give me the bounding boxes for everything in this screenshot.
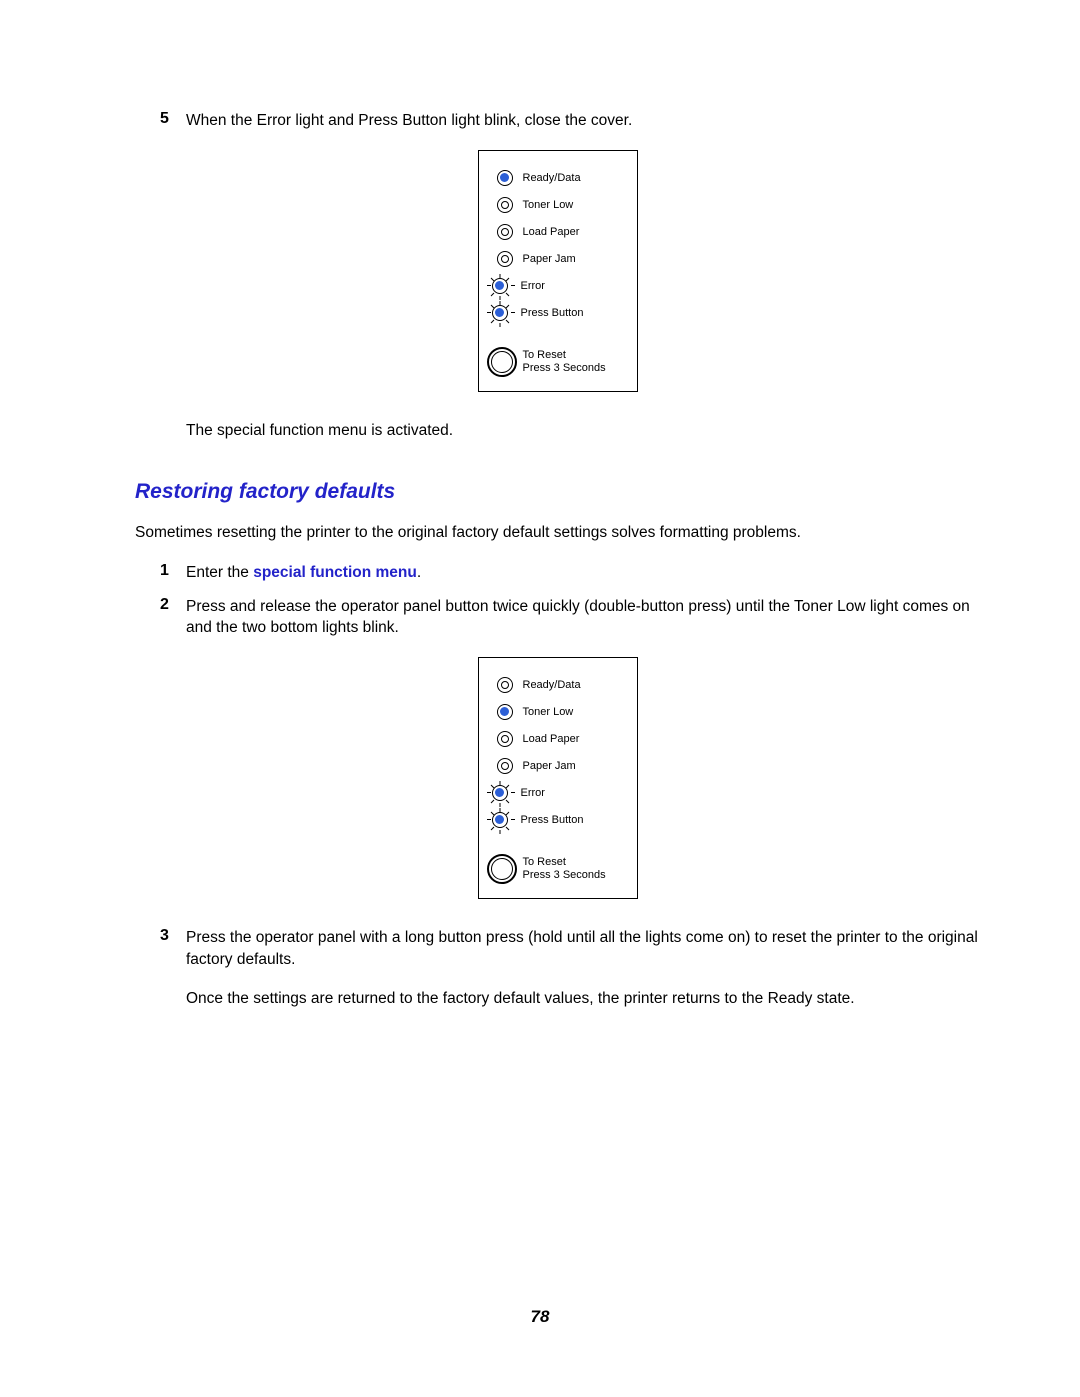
step5-followup-text: The special function menu is activated.: [186, 420, 980, 442]
light-paper-jam: Paper Jam: [497, 247, 637, 271]
step-1: 1 Enter the special function menu.: [160, 562, 980, 584]
light-load-paper: Load Paper: [497, 727, 637, 751]
reset-line1: To Reset: [523, 856, 566, 868]
light-error: Error: [486, 781, 637, 805]
text-suffix: .: [417, 564, 421, 581]
light-label: Toner Low: [523, 199, 574, 211]
special-function-menu-link[interactable]: special function menu: [253, 564, 417, 581]
step-text: When the Error light and Press Button li…: [186, 110, 980, 132]
step-number: 2: [160, 596, 186, 614]
step-text: Enter the special function menu.: [186, 562, 980, 584]
blink-tick-icon: [487, 312, 491, 313]
reset-label: To Reset Press 3 Seconds: [523, 349, 606, 375]
reset-line2: Press 3 Seconds: [523, 869, 606, 881]
document-page: 5 When the Error light and Press Button …: [0, 0, 1080, 1083]
reset-line1: To Reset: [523, 349, 566, 361]
indicator-light-on-icon: [497, 704, 513, 720]
indicator-light-off-icon: [497, 197, 513, 213]
light-press-button: Press Button: [486, 301, 637, 325]
indicator-light-off-icon: [497, 677, 513, 693]
step-number: 5: [160, 110, 186, 128]
step-3: 3 Press the operator panel with a long b…: [160, 927, 980, 970]
light-label: Ready/Data: [523, 172, 581, 184]
reset-label: To Reset Press 3 Seconds: [523, 856, 606, 882]
step-number: 3: [160, 927, 186, 945]
section-heading: Restoring factory defaults: [135, 480, 980, 504]
indicator-light-off-icon: [497, 758, 513, 774]
operator-panel-figure-1: Ready/Data Toner Low Load Paper Paper Ja…: [135, 150, 980, 392]
light-load-paper: Load Paper: [497, 220, 637, 244]
reset-button-row: To Reset Press 3 Seconds: [487, 347, 637, 377]
text-prefix: Enter the: [186, 564, 253, 581]
reset-line2: Press 3 Seconds: [523, 362, 606, 374]
light-ready-data: Ready/Data: [497, 673, 637, 697]
light-label: Load Paper: [523, 733, 580, 745]
light-paper-jam: Paper Jam: [497, 754, 637, 778]
light-label: Error: [521, 280, 545, 292]
indicator-light-blink-icon: [492, 305, 508, 321]
step-5: 5 When the Error light and Press Button …: [160, 110, 980, 132]
light-toner-low: Toner Low: [497, 700, 637, 724]
operator-button-icon: [487, 854, 517, 884]
light-ready-data: Ready/Data: [497, 166, 637, 190]
step-text: Press and release the operator panel but…: [186, 596, 980, 639]
step3-followup-text: Once the settings are returned to the fa…: [186, 988, 980, 1010]
indicator-light-blink-icon: [492, 278, 508, 294]
blink-tick-icon: [487, 792, 491, 793]
operator-button-icon: [487, 347, 517, 377]
step-number: 1: [160, 562, 186, 580]
light-toner-low: Toner Low: [497, 193, 637, 217]
operator-panel: Ready/Data Toner Low Load Paper Paper Ja…: [478, 657, 638, 899]
step-2: 2 Press and release the operator panel b…: [160, 596, 980, 639]
operator-panel: Ready/Data Toner Low Load Paper Paper Ja…: [478, 150, 638, 392]
light-label: Load Paper: [523, 226, 580, 238]
reset-button-row: To Reset Press 3 Seconds: [487, 854, 637, 884]
light-label: Paper Jam: [523, 760, 576, 772]
blink-tick-icon: [487, 285, 491, 286]
page-number: 78: [0, 1307, 1080, 1327]
operator-panel-figure-2: Ready/Data Toner Low Load Paper Paper Ja…: [135, 657, 980, 899]
indicator-light-blink-icon: [492, 785, 508, 801]
step-text: Press the operator panel with a long but…: [186, 927, 980, 970]
section-intro: Sometimes resetting the printer to the o…: [135, 522, 980, 544]
light-label: Press Button: [521, 307, 584, 319]
indicator-light-off-icon: [497, 731, 513, 747]
blink-tick-icon: [487, 819, 491, 820]
light-label: Error: [521, 787, 545, 799]
light-press-button: Press Button: [486, 808, 637, 832]
light-label: Press Button: [521, 814, 584, 826]
light-label: Toner Low: [523, 706, 574, 718]
light-label: Ready/Data: [523, 679, 581, 691]
indicator-light-off-icon: [497, 224, 513, 240]
indicator-light-on-icon: [497, 170, 513, 186]
indicator-light-off-icon: [497, 251, 513, 267]
light-error: Error: [486, 274, 637, 298]
light-label: Paper Jam: [523, 253, 576, 265]
indicator-light-blink-icon: [492, 812, 508, 828]
